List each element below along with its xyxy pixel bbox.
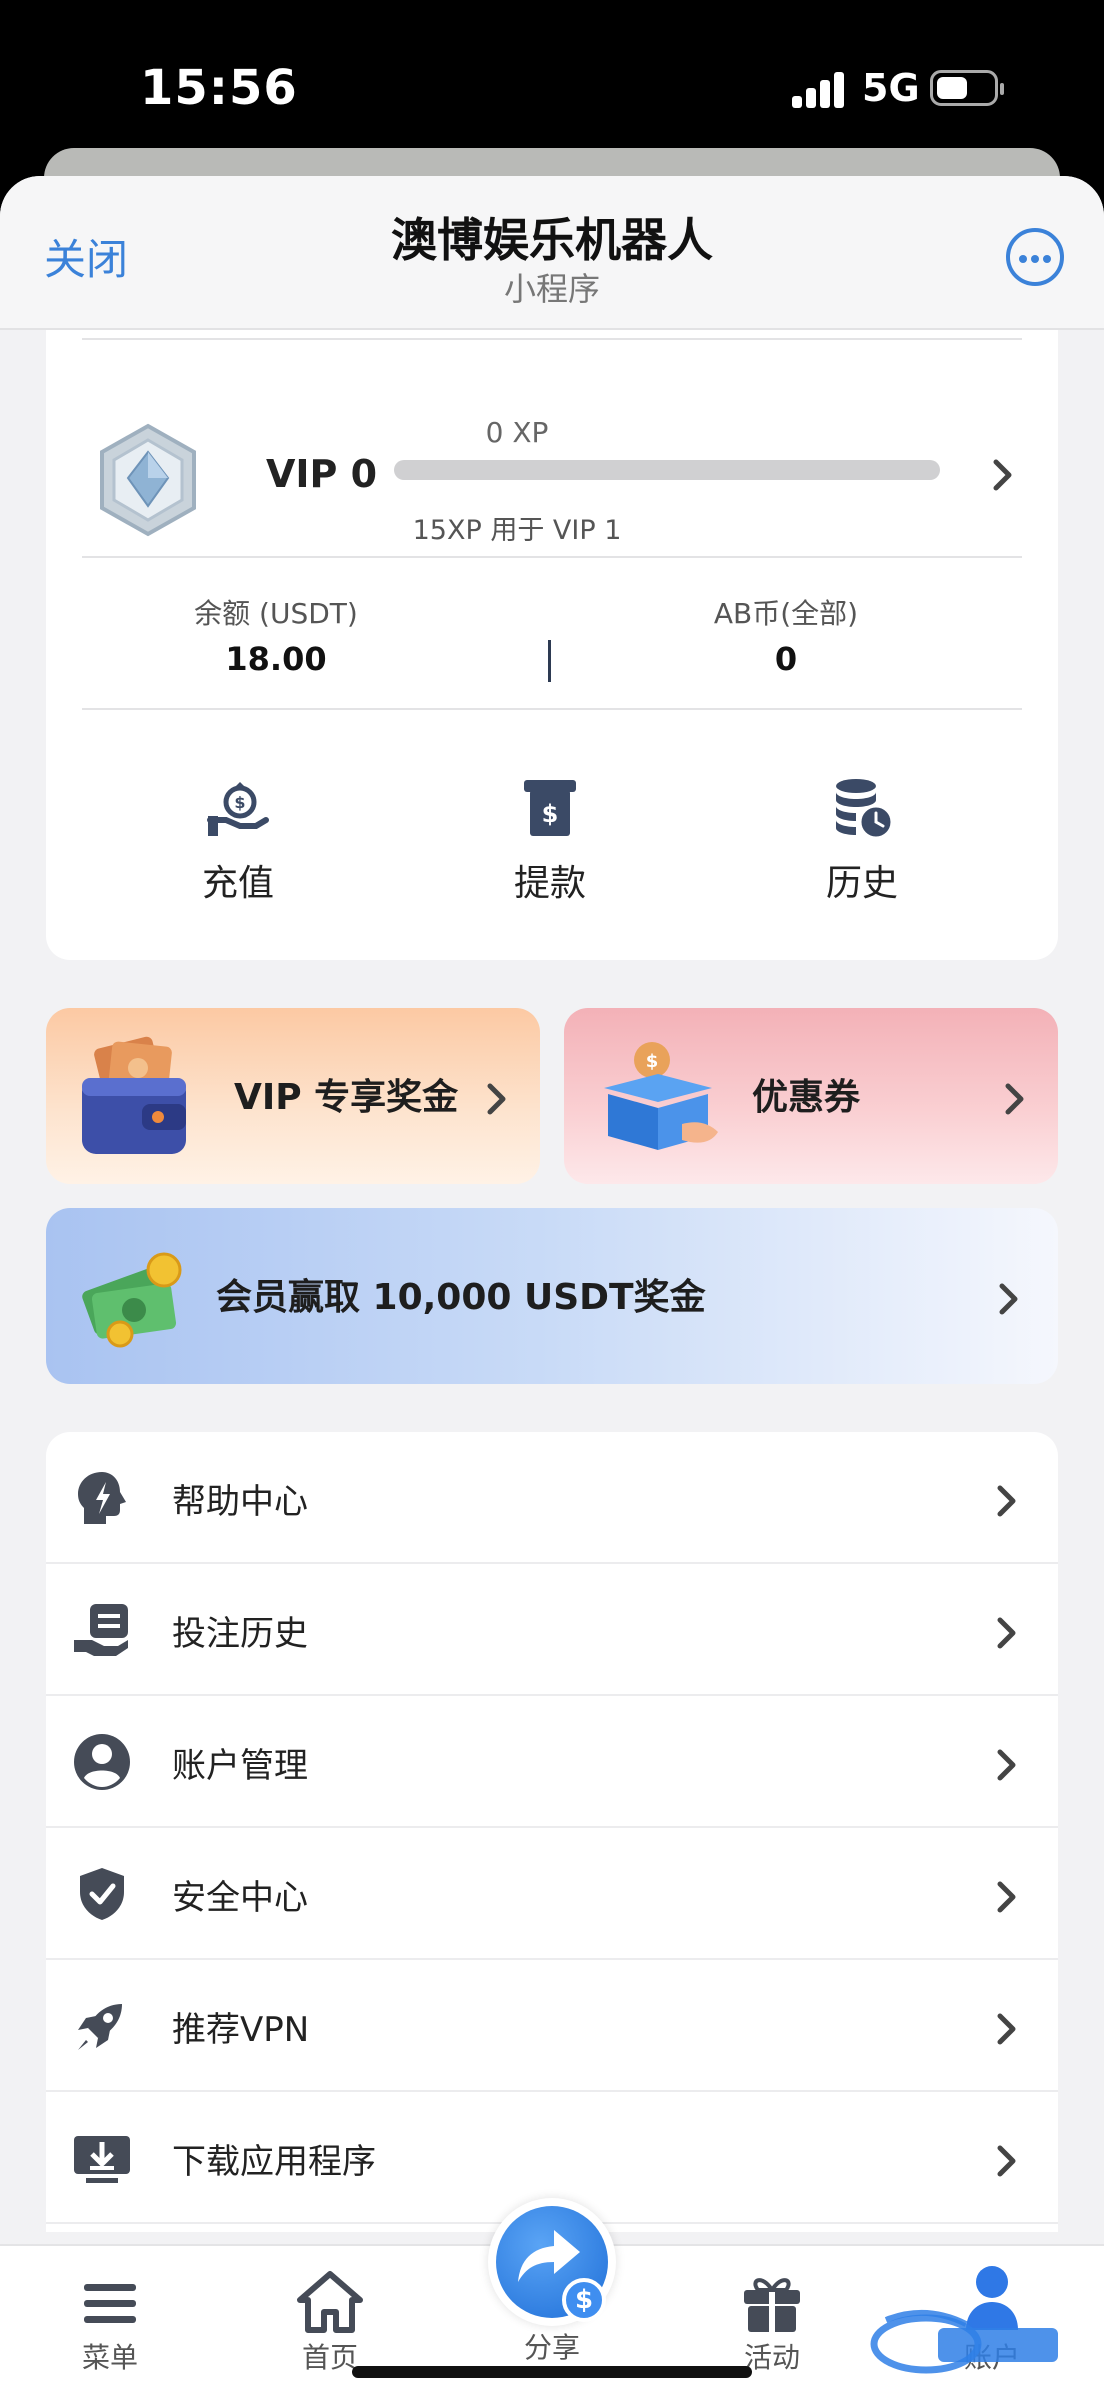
menu-item-label: 投注历史 [172,1614,308,1654]
menu-item-label: 推荐VPN [172,2010,310,2050]
watermark-logo [870,2309,1058,2374]
xp-progress-bar [394,460,940,480]
chevron-right-icon[interactable] [992,458,1014,492]
svg-text:$: $ [646,1051,659,1072]
mini-program-sheet: 关闭 澳博娱乐机器人 小程序 VIP 0 0 XP 15XP 用于 VIP 1 … [0,176,1104,2400]
download-icon [74,2136,130,2183]
divider [82,338,1022,340]
more-options-button[interactable] [1006,228,1064,286]
menu-item-label: 帮助中心 [172,1482,308,1522]
withdraw-label: 提款 [513,863,586,904]
gift-box-icon: $ [604,1042,718,1150]
account-card: VIP 0 0 XP 15XP 用于 VIP 1 余额 (USDT) 18.00… [46,330,1058,960]
tab-menu[interactable]: 菜单 [40,2260,180,2376]
status-bar: 15:56 5G [0,0,1104,150]
network-type: 5G [862,66,920,110]
chevron-right-icon [997,1749,1016,1781]
cash-coins-icon [82,1252,182,1348]
vip-level[interactable]: VIP 0 [266,452,377,496]
vip-bonus-label: VIP 专享奖金 [234,1077,459,1118]
menu-item-help-center[interactable]: 帮助中心 [46,1432,1058,1564]
balance-value: 18.00 [225,640,327,678]
balance-label: 余额 (USDT) [194,597,358,630]
home-icon [297,2271,363,2333]
coins-clock-icon [836,779,894,840]
menu-item-label: 账户管理 [172,1746,308,1786]
wallet-icon [82,1036,186,1154]
menu-item-label: 安全中心 [172,1878,308,1918]
svg-text:$: $ [542,800,559,828]
divider [82,556,1022,558]
deposit-button[interactable]: $ 充值 [138,770,338,906]
chevron-right-icon [997,1485,1016,1517]
chevron-right-icon [999,1283,1018,1315]
svg-text:$: $ [234,793,245,812]
tab-label: 菜单 [81,2341,138,2374]
history-label: 历史 [825,863,898,904]
share-icon: $ [496,2206,608,2322]
shield-check-icon [80,1868,124,1920]
deposit-label: 充值 [201,863,274,904]
rocket-icon [78,2004,122,2050]
history-button[interactable]: 历史 [762,770,962,906]
balance-label: AB币(全部) [713,597,859,630]
bet-history-icon [74,1604,128,1656]
member-reward-card[interactable]: 会员赢取 10,000 USDT奖金 [46,1208,1058,1384]
settings-menu: 帮助中心 投注历史 账户管理 安全中心 推荐VPN 下载应用程序 [46,1432,1058,2232]
menu-item-recommended-vpn[interactable]: 推荐VPN [46,1960,1058,2092]
help-head-icon [78,1472,126,1524]
user-circle-icon [74,1734,130,1790]
menu-item-bet-history[interactable]: 投注历史 [46,1564,1058,1696]
menu-item-label: 下载应用程序 [172,2142,376,2182]
status-time: 15:56 [140,60,298,116]
xp-value: 0 XP [485,416,549,449]
menu-item-account-management[interactable]: 账户管理 [46,1696,1058,1828]
tab-label: 分享 [523,2331,580,2364]
nav-header: 关闭 澳博娱乐机器人 小程序 [0,176,1104,330]
chevron-right-icon [997,1617,1016,1649]
atm-withdraw-icon: $ [524,780,576,836]
dollar-badge-icon: $ [562,2278,606,2322]
share-button[interactable]: $ [488,2198,616,2326]
home-indicator [352,2366,752,2378]
battery-icon [930,70,1004,106]
signal-icon [792,72,846,108]
hand-money-bag-icon: $ [207,782,269,836]
vip-diamond-badge-icon [100,423,196,537]
chevron-right-icon [997,2013,1016,2045]
coupon-card[interactable]: $ 优惠券 [564,1008,1058,1184]
hamburger-menu-icon [84,2284,136,2323]
balance-usdt: 余额 (USDT) 18.00 [126,592,426,678]
share-arrow-icon [518,2230,580,2282]
coupon-label: 优惠券 [752,1077,861,1118]
menu-item-security-center[interactable]: 安全中心 [46,1828,1058,1960]
balance-value: 0 [774,640,798,678]
chevron-right-icon [997,1881,1016,1913]
chevron-right-icon [997,2145,1016,2177]
tab-activity[interactable]: 活动 [702,2260,842,2376]
gift-icon [744,2278,800,2332]
balance-divider [548,640,551,682]
chevron-right-icon [487,1083,506,1115]
member-reward-label: 会员赢取 10,000 USDT奖金 [216,1277,706,1318]
page-subtitle: 小程序 [503,270,600,308]
tab-home[interactable]: 首页 [260,2260,400,2376]
chevron-right-icon [1005,1083,1024,1115]
divider [82,708,1022,710]
page-title: 澳博娱乐机器人 [391,213,713,267]
xp-next-level: 15XP 用于 VIP 1 [412,515,622,546]
vip-bonus-card[interactable]: VIP 专享奖金 [46,1008,540,1184]
withdraw-button[interactable]: $ 提款 [450,770,650,906]
balance-ab-coin: AB币(全部) 0 [636,592,936,678]
